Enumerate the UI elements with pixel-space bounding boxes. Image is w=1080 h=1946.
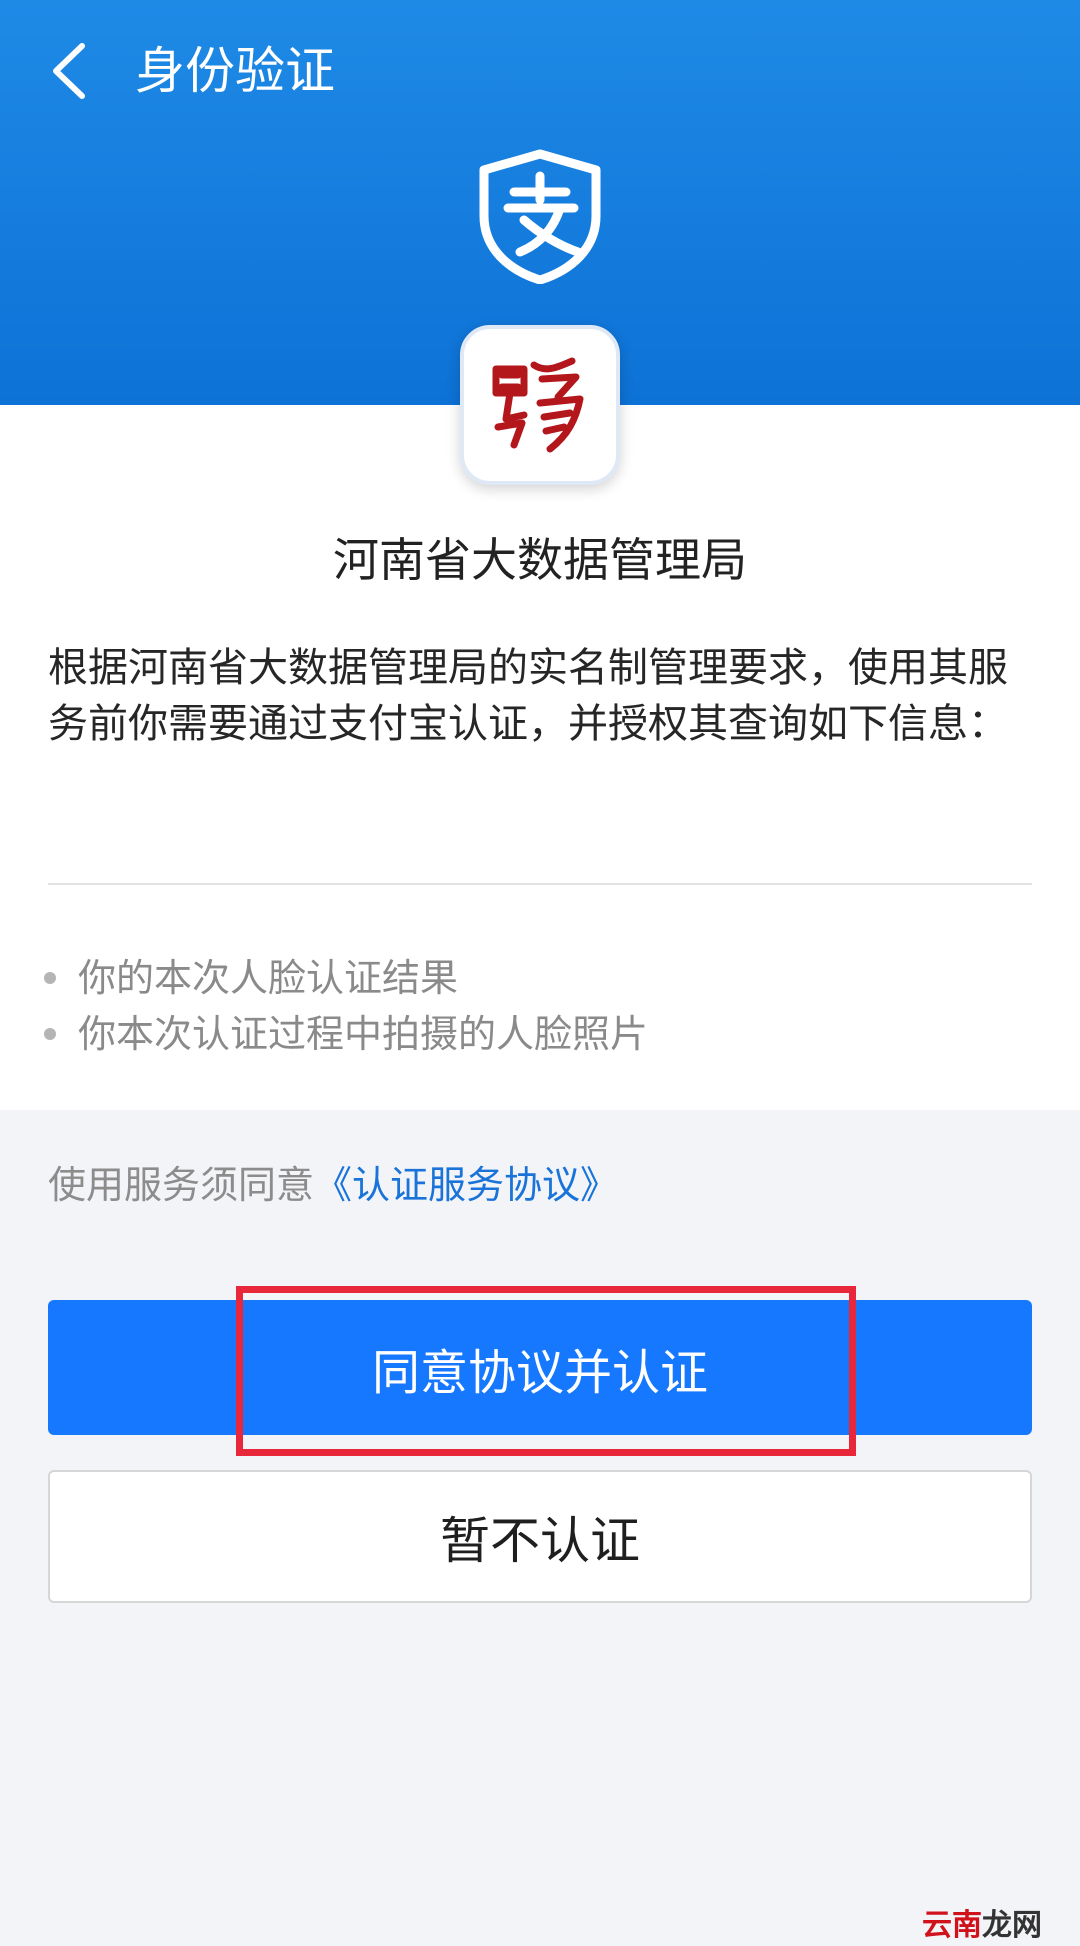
alipay-shield-icon — [479, 149, 601, 284]
organization-name: 河南省大数据管理局 — [333, 533, 747, 587]
page-title: 身份验证 — [135, 42, 335, 100]
list-item-text: 你本次认证过程中拍摄的人脸照片 — [78, 1012, 649, 1056]
watermark-red-text: 云南 — [922, 1908, 982, 1943]
agree-and-verify-button[interactable]: 同意协议并认证 — [48, 1300, 1032, 1435]
henan-seal-icon — [492, 357, 584, 453]
bullet-icon — [44, 1028, 56, 1040]
back-button[interactable] — [40, 36, 100, 106]
agreement-notice: 使用服务须同意《认证服务协议》 — [48, 1155, 618, 1215]
chevron-left-icon — [53, 43, 85, 99]
agreement-link[interactable]: 《认证服务协议》 — [314, 1163, 618, 1207]
app-icon — [460, 325, 620, 485]
list-item: 你本次认证过程中拍摄的人脸照片 — [44, 1006, 1034, 1062]
authorization-description: 根据河南省大数据管理局的实名制管理要求，使用其服务前你需要通过支付宝认证，并授权… — [48, 645, 1008, 747]
divider — [48, 883, 1032, 885]
agreement-prefix: 使用服务须同意 — [48, 1163, 315, 1207]
list-item: 你的本次人脸认证结果 — [44, 950, 1034, 1006]
bullet-icon — [44, 972, 56, 984]
skip-verification-button[interactable]: 暂不认证 — [48, 1470, 1032, 1603]
list-item-text: 你的本次人脸认证结果 — [78, 956, 459, 1000]
watermark-dark-text: 龙网 — [982, 1908, 1042, 1943]
watermark: 云南龙网 — [922, 1900, 1042, 1944]
authorized-info-list: 你的本次人脸认证结果 你本次认证过程中拍摄的人脸照片 — [44, 950, 1034, 1062]
